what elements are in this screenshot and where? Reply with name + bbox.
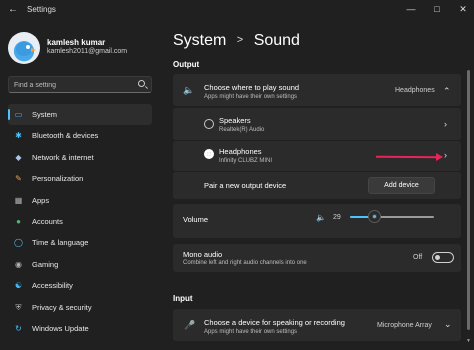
globe-icon: ◯ (14, 238, 23, 248)
sidebar-item-label: Accounts (32, 216, 63, 226)
microphone-icon: 🎤 (184, 320, 196, 330)
selected-input-value: Microphone Array (377, 322, 432, 329)
sidebar-item-accounts[interactable]: ● Accounts (8, 211, 152, 232)
sidebar-item-label: Network & internet (32, 152, 94, 162)
person-icon: ● (16, 216, 21, 226)
choose-input-title: Choose a device for speaking or recordin… (204, 318, 345, 327)
sidebar-item-label: Personalization (32, 174, 84, 184)
sidebar-item-privacy[interactable]: ⛨ Privacy & security (8, 297, 152, 318)
sidebar-item-label: Windows Update (32, 323, 89, 333)
speakers-radio[interactable] (204, 119, 214, 129)
chevron-up-icon[interactable]: ⌃ (443, 86, 451, 97)
window-title: Settings (27, 5, 56, 14)
choose-input-row[interactable]: 🎤 Choose a device for speaking or record… (173, 309, 461, 341)
avatar[interactable] (8, 32, 40, 64)
user-name: kamlesh kumar (47, 38, 106, 47)
search-input[interactable] (14, 79, 132, 91)
mono-audio-state: Off (413, 254, 423, 261)
volume-icon[interactable]: 🔈 (316, 213, 326, 222)
sidebar-item-label: Time & language (32, 238, 89, 248)
choose-output-title: Choose where to play sound (204, 83, 300, 92)
user-email: kamlesh2011@gmail.com (47, 48, 128, 55)
mono-audio-row: Mono audio Combine left and right audio … (173, 244, 461, 272)
sidebar-item-windows-update[interactable]: ↻ Windows Update (8, 318, 152, 339)
sidebar-item-accessibility[interactable]: ☯ Accessibility (8, 275, 152, 296)
choose-output-row[interactable]: 🔈 Choose where to play sound Apps might … (173, 74, 461, 106)
sidebar-item-time-language[interactable]: ◯ Time & language (8, 232, 152, 253)
mono-audio-title: Mono audio (183, 250, 223, 259)
sidebar-item-system[interactable]: ▭ System (8, 104, 152, 126)
sidebar-item-bluetooth[interactable]: ✱ Bluetooth & devices (8, 125, 152, 146)
mono-audio-subtitle: Combine left and right audio channels in… (183, 260, 307, 266)
volume-value: 29 (333, 214, 341, 221)
sidebar-item-label: Accessibility (32, 281, 73, 291)
chevron-down-icon[interactable]: ⌄ (444, 319, 452, 330)
chevron-right-icon[interactable]: › (444, 119, 447, 129)
update-icon: ↻ (15, 323, 22, 333)
sidebar-nav: ▭ System ✱ Bluetooth & devices ◆ Network… (8, 104, 152, 339)
chevron-right-icon[interactable]: › (444, 150, 447, 160)
sidebar-item-label: System (32, 110, 58, 119)
choose-output-subtitle: Apps might have their own settings (204, 94, 298, 100)
title-bar: ← Settings — □ ✕ (0, 0, 474, 20)
search-icon[interactable] (138, 80, 145, 87)
sidebar-item-label: Privacy & security (32, 302, 92, 312)
scrollbar[interactable] (467, 70, 470, 330)
sidebar-item-network[interactable]: ◆ Network & internet (8, 147, 152, 168)
sidebar-item-label: Gaming (32, 259, 59, 269)
breadcrumb-parent[interactable]: System (173, 32, 226, 49)
sidebar-item-apps[interactable]: ▦ Apps (8, 190, 152, 211)
device-detail: Infinity CLUBZ MINI (219, 158, 273, 164)
apps-icon: ▦ (14, 195, 23, 205)
volume-label: Volume (183, 215, 209, 224)
monitor-icon: ▭ (14, 110, 23, 119)
gamepad-icon: ◉ (15, 259, 22, 269)
bird-icon (16, 42, 32, 56)
device-row-speakers[interactable]: Speakers Realtek(R) Audio › (173, 108, 461, 140)
sidebar-item-label: Apps (32, 195, 50, 205)
brush-icon: ✎ (15, 174, 22, 184)
accessibility-icon: ☯ (14, 281, 23, 291)
device-name: Speakers (219, 116, 251, 125)
volume-slider-thumb[interactable] (368, 211, 380, 222)
volume-row: Volume 🔈 29 (173, 204, 461, 238)
sidebar-item-label: Bluetooth & devices (32, 131, 99, 141)
pair-device-label: Pair a new output device (204, 181, 287, 190)
input-section-label: Input (173, 294, 193, 303)
page-title: System > Sound (173, 32, 300, 50)
selected-output-value: Headphones (395, 87, 435, 94)
sidebar-item-gaming[interactable]: ◉ Gaming (8, 254, 152, 275)
speaker-icon: 🔈 (183, 85, 195, 95)
back-arrow-icon[interactable]: ← (6, 3, 20, 17)
search-box[interactable] (8, 76, 152, 93)
headphones-radio[interactable] (204, 149, 214, 159)
minimize-button[interactable]: — (400, 0, 422, 18)
shield-icon: ⛨ (15, 302, 22, 312)
bluetooth-icon: ✱ (15, 131, 22, 141)
wifi-icon: ◆ (15, 152, 22, 162)
breadcrumb-current: Sound (253, 32, 300, 49)
close-button[interactable]: ✕ (452, 0, 474, 18)
scroll-down-icon[interactable]: ▼ (466, 338, 471, 344)
add-device-button[interactable]: Add device (368, 177, 435, 194)
device-detail: Realtek(R) Audio (219, 127, 265, 133)
sidebar-item-personalization[interactable]: ✎ Personalization (8, 168, 152, 189)
choose-input-subtitle: Apps might have their own settings (204, 329, 298, 335)
maximize-button[interactable]: □ (426, 0, 448, 18)
breadcrumb-separator: > (236, 34, 244, 46)
device-name: Headphones (219, 147, 262, 156)
output-section-label: Output (173, 60, 200, 69)
mono-audio-toggle[interactable] (432, 252, 454, 263)
annotation-arrow-head (436, 153, 443, 161)
